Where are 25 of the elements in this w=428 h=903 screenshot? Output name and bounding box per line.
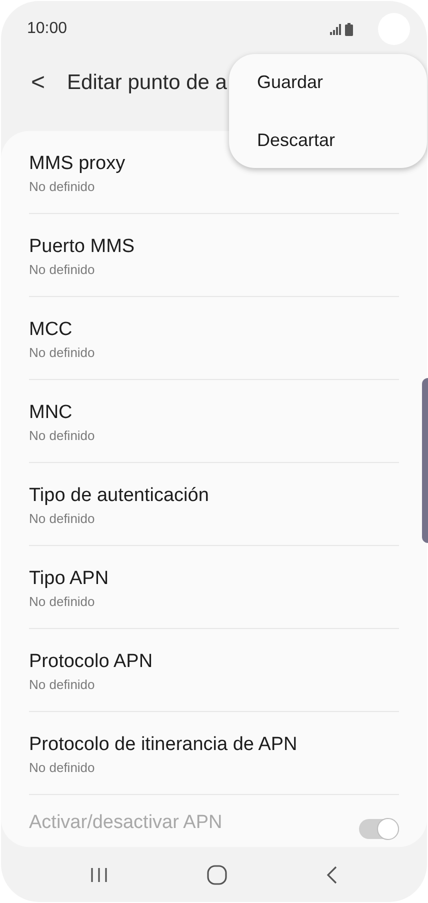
back-button[interactable]: <: [31, 71, 46, 95]
setting-value: No definido: [29, 178, 96, 196]
home-icon[interactable]: [206, 864, 227, 884]
setting-title[interactable]: Tipo APN: [29, 567, 399, 591]
status-time: 10:00: [27, 19, 68, 39]
setting-value: No definido: [29, 427, 96, 445]
setting-title[interactable]: MNC: [29, 401, 399, 425]
signal-icon: [330, 24, 342, 34]
battery-icon: [345, 22, 353, 36]
back-icon[interactable]: [326, 866, 338, 884]
menu-item[interactable]: Descartar: [229, 112, 427, 168]
setting-value: No definido: [29, 261, 96, 279]
setting-title[interactable]: Puerto MMS: [29, 235, 399, 259]
page-title: Editar punto de a: [67, 70, 227, 96]
recent-apps-icon[interactable]: [90, 866, 108, 882]
setting-value: No definido: [29, 344, 96, 362]
setting-value: No definido: [29, 759, 96, 777]
setting-value: No definido: [29, 676, 96, 694]
setting-value: No definido: [29, 510, 96, 528]
setting-value: No definido: [29, 593, 96, 611]
setting-title[interactable]: Tipo de autenticación: [29, 484, 399, 508]
menu-item[interactable]: Guardar: [229, 54, 427, 110]
setting-title[interactable]: Protocolo APN: [29, 650, 399, 674]
setting-title[interactable]: Protocolo de itinerancia de APN: [29, 733, 399, 757]
setting-title[interactable]: MCC: [29, 318, 399, 342]
